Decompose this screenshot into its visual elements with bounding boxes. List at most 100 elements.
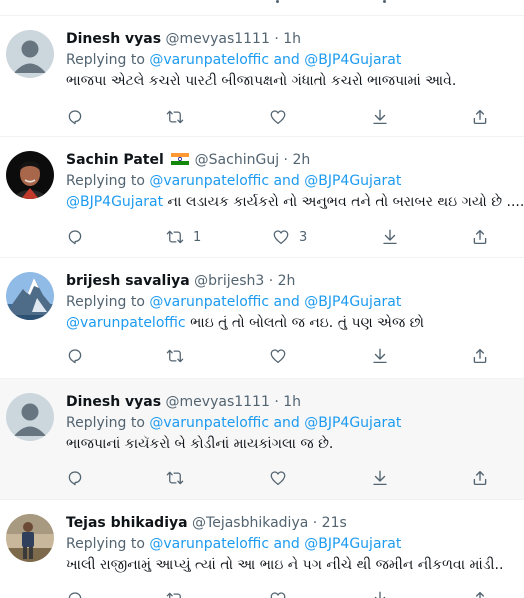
tweet-header: Sachin Patel @SachinGuj · 2h — [66, 151, 524, 169]
download-button[interactable] — [371, 107, 389, 127]
reply-button[interactable] — [66, 589, 84, 598]
retweet-button[interactable] — [166, 107, 193, 127]
dot-separator: · — [312, 515, 318, 531]
reply-icon — [68, 349, 82, 364]
share-icon — [475, 591, 485, 598]
display-name[interactable]: Sachin Patel — [66, 152, 164, 168]
share-button[interactable] — [471, 589, 489, 598]
profile-photo — [6, 151, 54, 199]
retweet-button[interactable]: 1 — [166, 227, 201, 247]
share-icon — [473, 109, 487, 125]
avatar[interactable] — [6, 272, 54, 320]
display-name[interactable]: Dinesh vyas — [66, 31, 161, 47]
reply-button[interactable] — [66, 346, 93, 366]
profile-photo — [6, 514, 54, 562]
like-count: 3 — [299, 229, 308, 245]
reply-button[interactable] — [66, 107, 93, 127]
tweet-actions — [0, 107, 487, 127]
tweet-header: Tejas bhikadiya @Tejasbhikadiya · 21s — [66, 514, 524, 532]
tweet-body: ના લડાયક કાર્યકરો નો અનુભવ તને તો બરાબર … — [163, 194, 524, 210]
tweet-actions — [0, 468, 487, 488]
download-icon — [373, 109, 387, 125]
replying-to-links[interactable]: @varunpateloffic and @BJP4Gujarat — [149, 173, 401, 189]
replying-to-label: Replying to — [66, 536, 145, 552]
timestamp[interactable]: 21s — [322, 515, 347, 531]
tweet-body: ખાલી રાજીનામું આપ્યું ત્યાં તો આ ભાઇ ને … — [66, 557, 504, 573]
user-handle[interactable]: @brijesh3 — [194, 273, 264, 289]
tweet-content: Dinesh vyas @mevyas1111 · 1h Replying to… — [66, 30, 524, 91]
replying-to-label: Replying to — [66, 294, 145, 310]
share-button[interactable] — [471, 346, 489, 366]
display-name[interactable]: Tejas bhikadiya — [66, 515, 188, 531]
truncated-action-dot-2 — [383, 0, 386, 3]
replying-to-links[interactable]: @varunpateloffic and @BJP4Gujarat — [149, 415, 401, 431]
timestamp[interactable]: 1h — [283, 31, 301, 47]
retweet-button[interactable] — [166, 589, 184, 598]
replying-to-links[interactable]: @varunpateloffic and @BJP4Gujarat — [149, 52, 401, 68]
tweet-body: ભાજપા એટલે કચરો પારટી બીજાપક્ષનો ગંધાતો … — [66, 73, 457, 89]
tweet-tejas-bhikadiya[interactable]: Tejas bhikadiya @Tejasbhikadiya · 21s Re… — [0, 499, 524, 598]
timestamp[interactable]: 1h — [283, 394, 301, 410]
replying-to-label: Replying to — [66, 52, 145, 68]
reply-icon — [68, 230, 82, 245]
like-button[interactable]: 3 — [272, 227, 307, 247]
default-avatar-icon — [6, 393, 54, 441]
retweet-icon — [166, 110, 184, 124]
retweet-icon — [166, 230, 184, 244]
retweet-button[interactable] — [166, 468, 193, 488]
display-name[interactable]: Dinesh vyas — [66, 394, 161, 410]
tweet-text: @BJP4Gujarat ના લડાયક કાર્યકરો નો અનુભવ … — [66, 192, 524, 212]
share-icon — [473, 348, 487, 364]
like-icon — [270, 471, 286, 486]
tweet-content: Sachin Patel @SachinGuj · 2h Replying to… — [66, 151, 524, 212]
share-button[interactable] — [471, 107, 489, 127]
user-handle[interactable]: @mevyas1111 — [166, 31, 270, 47]
user-handle[interactable]: @mevyas1111 — [166, 394, 270, 410]
download-button[interactable] — [371, 346, 389, 366]
tweet-text: ખાલી રાજીનામું આપ્યું ત્યાં તો આ ભાઇ ને … — [66, 555, 524, 575]
dot-separator: · — [283, 152, 288, 168]
tweet-text: ભાજપાનાં કાયૅકરો બે કોડીનાં માયકાંગલા જ … — [66, 434, 524, 454]
replying-to: Replying to @varunpateloffic and @BJP4Gu… — [66, 172, 524, 191]
replying-to-links[interactable]: @varunpateloffic and @BJP4Gujarat — [149, 294, 401, 310]
user-handle[interactable]: @SachinGuj — [195, 152, 279, 168]
user-handle[interactable]: @Tejasbhikadiya — [192, 515, 308, 531]
tweet-sachin-patel[interactable]: Sachin Patel @SachinGuj · 2h Replying to… — [0, 136, 524, 257]
display-name[interactable]: brijesh savaliya — [66, 273, 190, 289]
replying-to: Replying to @varunpateloffic and @BJP4Gu… — [66, 293, 524, 312]
like-icon — [270, 110, 286, 125]
avatar[interactable] — [6, 393, 54, 441]
tweet-brijesh-savaliya[interactable]: brijesh savaliya @brijesh3 · 2h Replying… — [0, 257, 524, 378]
like-button[interactable] — [269, 107, 296, 127]
mention-link[interactable]: @BJP4Gujarat — [66, 194, 163, 210]
timestamp[interactable]: 2h — [292, 152, 310, 168]
reply-button[interactable] — [66, 227, 93, 247]
like-button[interactable] — [269, 346, 296, 366]
reply-button[interactable] — [66, 468, 93, 488]
share-button[interactable] — [471, 468, 489, 488]
tweet-body: ભાજપાનાં કાયૅકરો બે કોડીનાં માયકાંગલા જ … — [66, 436, 334, 452]
download-button[interactable] — [381, 227, 399, 247]
tweet-header: Dinesh vyas @mevyas1111 · 1h — [66, 393, 524, 411]
tweet-dinesh-vyas-2[interactable]: Dinesh vyas @mevyas1111 · 1h Replying to… — [0, 378, 524, 499]
tweet-dinesh-vyas-1[interactable]: Dinesh vyas @mevyas1111 · 1h Replying to… — [0, 15, 524, 136]
replying-to-links[interactable]: @varunpateloffic and @BJP4Gujarat — [149, 536, 401, 552]
avatar[interactable] — [6, 514, 54, 562]
tweet-actions: 1 3 — [0, 227, 487, 247]
tweet-header: Dinesh vyas @mevyas1111 · 1h — [66, 30, 524, 48]
avatar[interactable] — [6, 30, 54, 78]
share-button[interactable] — [471, 227, 489, 247]
like-button[interactable] — [269, 468, 296, 488]
mention-link[interactable]: @varunpateloffic — [66, 315, 186, 331]
tweet-text: ભાજપા એટલે કચરો પારટી બીજાપક્ષનો ગંધાતો … — [66, 71, 524, 91]
download-button[interactable] — [371, 468, 389, 488]
profile-photo — [6, 272, 54, 320]
replying-to-label: Replying to — [66, 415, 145, 431]
download-button[interactable] — [371, 589, 389, 598]
share-icon — [473, 470, 487, 486]
retweet-icon — [166, 592, 181, 598]
avatar[interactable] — [6, 151, 54, 199]
like-button[interactable] — [269, 589, 287, 598]
timestamp[interactable]: 2h — [278, 273, 296, 289]
retweet-button[interactable] — [166, 346, 193, 366]
